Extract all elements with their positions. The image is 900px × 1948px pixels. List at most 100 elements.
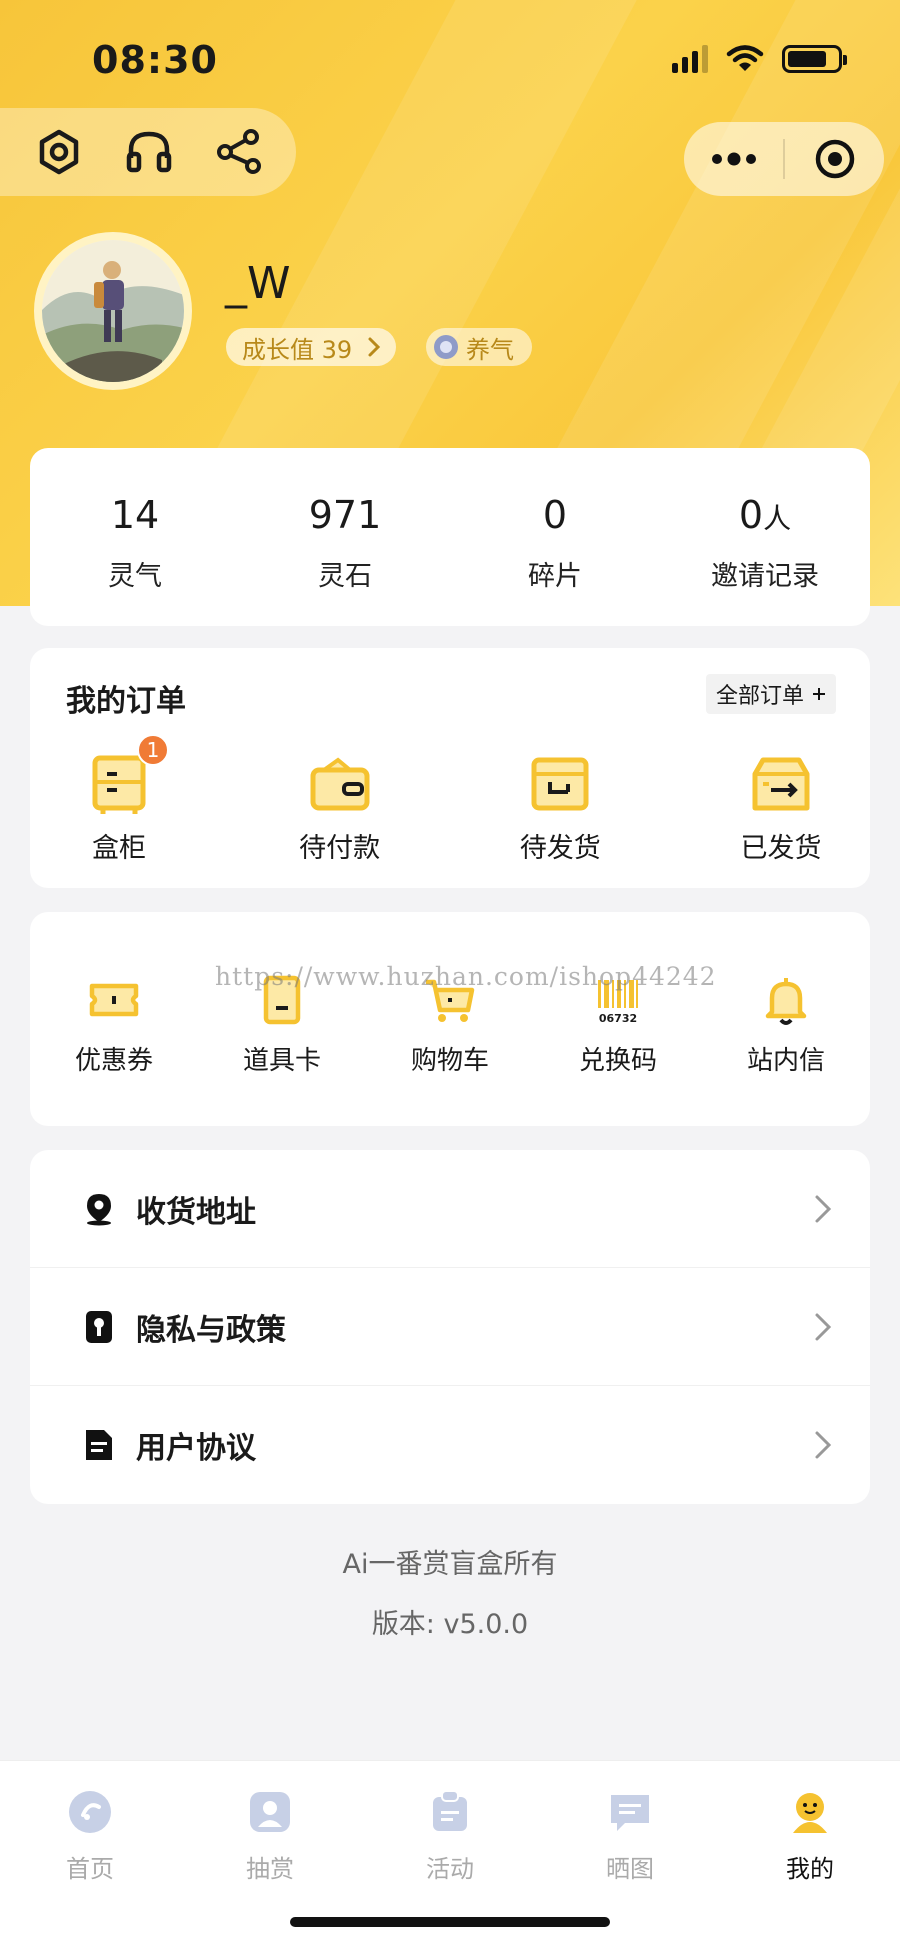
tab-mine[interactable]: 我的 (720, 1787, 900, 1891)
order-label: 待付款 (299, 833, 381, 864)
order-shipped[interactable]: 已发货 (706, 752, 856, 865)
tab-label: 晒图 (606, 1855, 654, 1883)
tab-label: 抽赏 (246, 1855, 294, 1883)
stat-invite-records[interactable]: 0人 邀请记录 (660, 448, 870, 626)
menu-label: 用户协议 (136, 1431, 256, 1466)
wallet-icon (308, 752, 372, 816)
menu-shipping-address[interactable]: 收货地址 (30, 1150, 870, 1268)
menu-user-agreement[interactable]: 用户协议 (30, 1386, 870, 1504)
chevron-right-icon (815, 1431, 832, 1459)
stat-label: 邀请记录 (711, 561, 819, 592)
tab-label: 活动 (426, 1855, 474, 1883)
order-status-row: 1 盒柜 待付款 待发货 已发货 (30, 734, 870, 865)
share-photo-icon (611, 1795, 649, 1831)
stat-value: 14 (110, 493, 160, 537)
tools-card: 优惠券 道具卡 购物车 06732 兑换码 站内信 https://www.hu… (30, 912, 870, 1126)
stat-label: 灵气 (108, 561, 162, 592)
app-version: 版本: v5.0.0 (371, 1609, 529, 1640)
level-medal-icon (434, 335, 458, 359)
all-orders-label: 全部订单 (715, 684, 804, 709)
stat-fragments[interactable]: 0 碎片 (450, 448, 660, 626)
customer-service-button[interactable] (120, 123, 178, 181)
bottom-tab-bar: 首页 抽赏 活动 晒图 我的 (0, 1760, 900, 1948)
tab-activity[interactable]: 活动 (360, 1787, 540, 1891)
tool-inbox[interactable]: 站内信 (716, 972, 856, 1077)
tool-label: 兑换码 (578, 1046, 657, 1076)
profile-icon (793, 1793, 827, 1833)
cellular-signal-icon (672, 45, 708, 73)
plus-icon (813, 688, 825, 700)
shipped-icon (749, 752, 813, 816)
orders-title: 我的订单 (66, 684, 186, 719)
share-icon (217, 129, 261, 174)
tab-share-photos[interactable]: 晒图 (540, 1787, 720, 1891)
home-indicator (290, 1917, 610, 1927)
order-box-cabinet[interactable]: 1 盒柜 (44, 734, 194, 865)
chevron-right-icon (815, 1313, 832, 1341)
stat-label: 碎片 (528, 561, 582, 592)
stat-value: 0人 (738, 493, 792, 537)
battery-icon (782, 45, 847, 73)
avatar[interactable] (34, 232, 192, 390)
username: _W (225, 258, 291, 309)
settings-button[interactable] (30, 123, 88, 181)
order-pending-payment[interactable]: 待付款 (265, 752, 415, 865)
svg-text:06732: 06732 (599, 1012, 637, 1025)
close-miniprogram-button[interactable] (785, 122, 884, 196)
order-label: 已发货 (740, 833, 822, 864)
activity-icon (433, 1790, 467, 1831)
more-dots-icon (711, 152, 756, 166)
miniprogram-capsule (684, 122, 884, 196)
cabinet-count-badge: 1 (137, 734, 169, 766)
tab-label: 我的 (786, 1855, 834, 1883)
target-close-icon (815, 139, 854, 179)
location-icon (87, 1193, 111, 1225)
stat-lingqi[interactable]: 14 灵气 (30, 448, 240, 626)
coupon-icon (86, 972, 142, 1028)
watermark-text: https://www.huzhan.com/ishop44242 (215, 962, 717, 991)
share-button[interactable] (210, 123, 268, 181)
menu-label: 隐私与政策 (136, 1312, 286, 1348)
all-orders-button[interactable]: 全部订单 (705, 674, 836, 714)
draw-icon (250, 1792, 290, 1832)
level-label: 养气 (466, 335, 514, 364)
status-icons (672, 44, 847, 74)
level-badge[interactable]: 养气 (426, 328, 532, 366)
menu-privacy-policy[interactable]: 隐私与政策 (30, 1268, 870, 1386)
privacy-icon (86, 1310, 112, 1343)
tool-label: 站内信 (746, 1046, 825, 1076)
chevron-right-icon (368, 337, 381, 357)
bell-icon (758, 972, 814, 1028)
settings-hexagon-icon (39, 129, 79, 175)
stat-label: 灵石 (318, 561, 372, 592)
menu-label: 收货地址 (136, 1194, 256, 1230)
order-pending-shipment[interactable]: 待发货 (485, 752, 635, 865)
tab-home[interactable]: 首页 (0, 1787, 180, 1891)
more-options-button[interactable] (684, 122, 783, 196)
order-label: 盒柜 (92, 833, 146, 864)
tab-draw[interactable]: 抽赏 (180, 1787, 360, 1891)
document-icon (86, 1430, 112, 1460)
chevron-right-icon (815, 1195, 832, 1223)
box-cabinet-icon: 1 (87, 734, 169, 816)
avatar-hiker-image (42, 240, 184, 382)
stat-value: 971 (308, 493, 382, 537)
stat-value: 0 (542, 493, 568, 537)
wifi-icon (726, 45, 764, 71)
order-label: 待发货 (519, 833, 601, 864)
status-time: 08:30 (92, 38, 218, 82)
header-toolbar (0, 108, 296, 196)
tool-label: 购物车 (410, 1046, 489, 1076)
tool-label: 优惠券 (74, 1046, 153, 1076)
tool-coupon[interactable]: 优惠券 (44, 972, 184, 1077)
stats-card: 14 灵气 971 灵石 0 碎片 0人 邀请记录 (30, 448, 870, 626)
stat-lingshi[interactable]: 971 灵石 (240, 448, 450, 626)
growth-value-label: 成长值 39 (242, 335, 353, 364)
headphones-icon (126, 131, 172, 173)
home-icon (69, 1791, 111, 1833)
settings-menu: 收货地址 隐私与政策 用户协议 (30, 1150, 870, 1504)
copyright-owner: Ai一番赏盲盒所有 (342, 1549, 558, 1580)
growth-value-badge[interactable]: 成长值 39 (226, 328, 397, 366)
package-icon (528, 752, 592, 816)
tab-label: 首页 (66, 1855, 114, 1883)
